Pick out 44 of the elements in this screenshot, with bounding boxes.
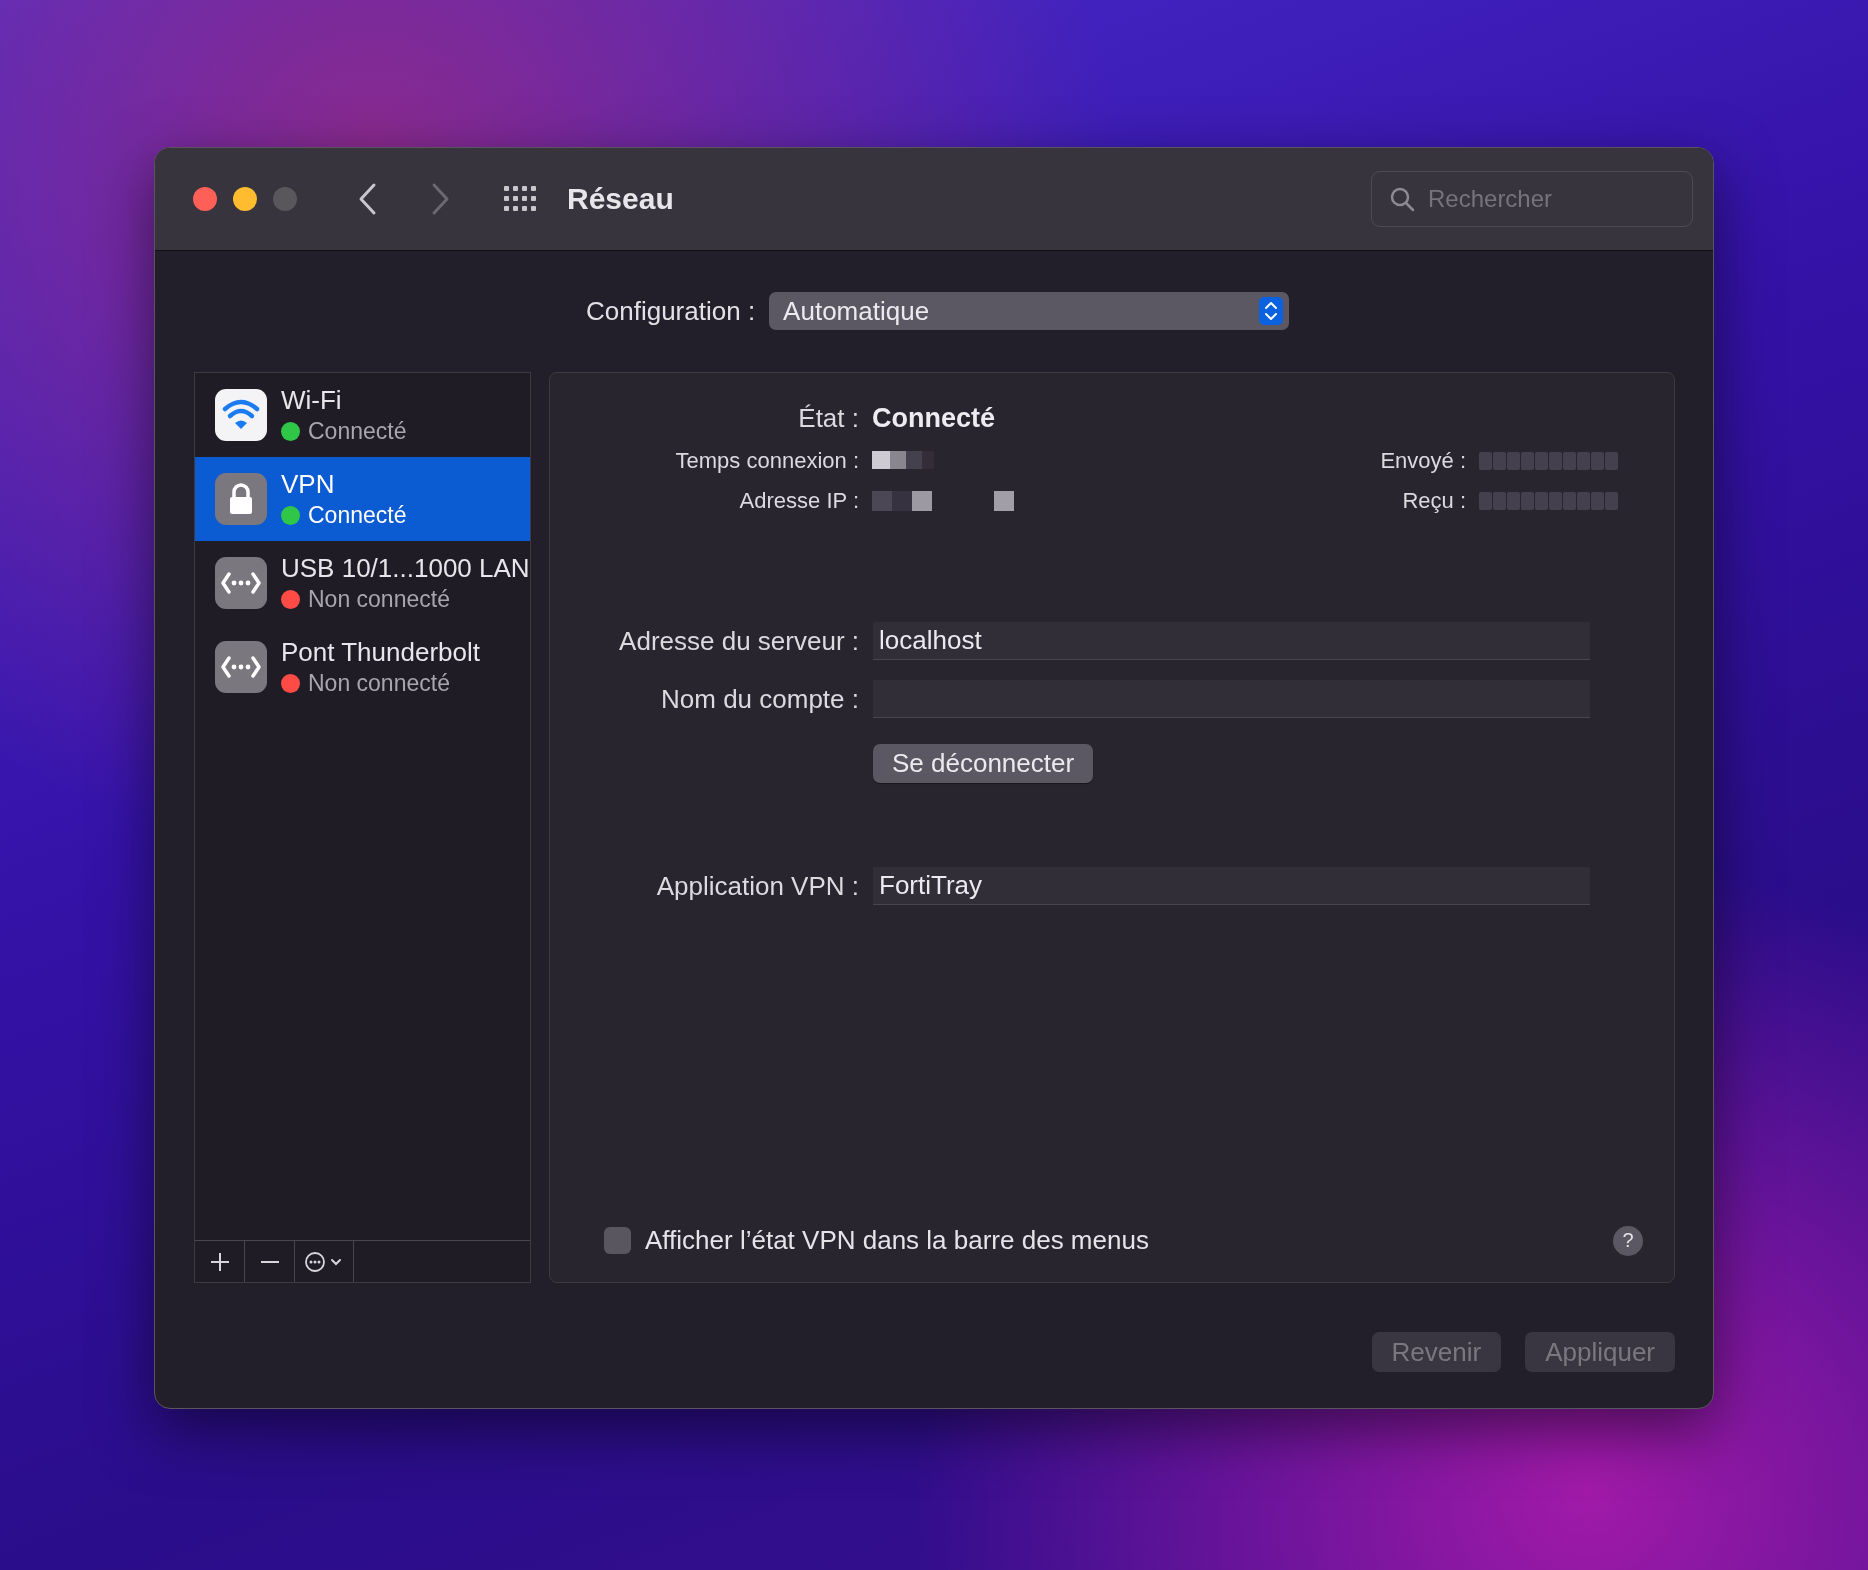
- padlock-icon: [215, 473, 267, 525]
- service-status: Non connecté: [308, 670, 450, 697]
- help-button[interactable]: ?: [1613, 1225, 1643, 1256]
- wifi-icon: [215, 389, 267, 441]
- plus-icon: [208, 1250, 231, 1273]
- minimize-button[interactable]: [233, 187, 257, 211]
- disconnect-button[interactable]: Se déconnecter: [873, 744, 1094, 783]
- network-arrows-icon: [215, 641, 267, 693]
- detail-label: Adresse IP :: [738, 488, 859, 514]
- input-field[interactable]: FortiTray: [873, 867, 1590, 905]
- counter-label: Reçu :: [1401, 488, 1466, 514]
- configuration-dropdown[interactable]: Automatique: [769, 292, 1290, 330]
- service-item[interactable]: VPN Connecté: [195, 457, 530, 541]
- service-name: USB 10/1...1000 LAN: [281, 553, 530, 584]
- search-field[interactable]: Rechercher: [1371, 171, 1693, 227]
- network-arrows-icon: [215, 557, 267, 609]
- service-item[interactable]: USB 10/1...1000 LAN Non connecté: [195, 541, 530, 625]
- service-name: Wi-Fi: [281, 385, 343, 416]
- service-status: Connecté: [308, 418, 407, 445]
- configuration-label: Configuration :: [586, 295, 756, 327]
- service-status: Connecté: [308, 502, 407, 529]
- input-field[interactable]: localhost: [873, 622, 1590, 660]
- pixelated-value: [872, 451, 934, 471]
- checkbox-label: Afficher l’état VPN dans la barre des menus: [645, 1225, 1149, 1256]
- service-item[interactable]: Pont Thunderbolt Non connecté: [195, 625, 530, 709]
- search-icon: [1389, 186, 1415, 212]
- status-label: État :: [797, 403, 859, 434]
- field-label: Adresse du serveur :: [618, 625, 859, 657]
- input-field[interactable]: [873, 680, 1590, 718]
- checkbox[interactable]: [604, 1227, 631, 1254]
- service-name: Pont Thunderbolt: [281, 637, 480, 668]
- counter-label: Envoyé :: [1380, 448, 1466, 474]
- window-title: Réseau: [567, 182, 674, 216]
- status-value: Connecté: [872, 403, 997, 434]
- detail-label: Temps connexion :: [674, 448, 859, 474]
- stepper-icon: [1259, 297, 1284, 325]
- field-label: Application VPN :: [655, 870, 859, 902]
- grid-icon[interactable]: [503, 184, 539, 214]
- minus-icon: [259, 1259, 280, 1264]
- service-name: VPN: [281, 469, 336, 500]
- field-label: Nom du compte :: [660, 683, 859, 715]
- service-status: Non connecté: [308, 586, 450, 613]
- close-button[interactable]: [193, 187, 217, 211]
- service-item[interactable]: Wi-Fi Connecté: [195, 373, 530, 457]
